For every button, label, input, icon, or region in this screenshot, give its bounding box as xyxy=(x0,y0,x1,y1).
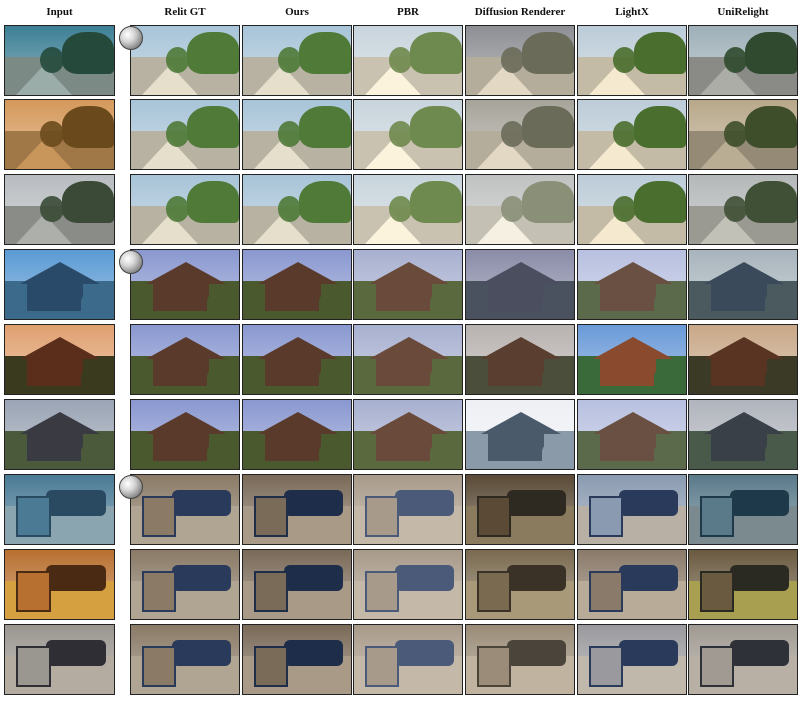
image-pavilion-row4-relit-gt xyxy=(130,249,240,320)
image-room-row7-input xyxy=(4,474,115,545)
image-garden-row2-unirelight xyxy=(688,99,798,170)
image-garden-row3-diffusion-renderer xyxy=(465,174,575,245)
image-pavilion-row4-ours xyxy=(242,249,352,320)
image-room-row8-input xyxy=(4,549,115,620)
image-pavilion-row6-lightx xyxy=(577,399,687,470)
image-pavilion-row5-diffusion-renderer xyxy=(465,324,575,395)
image-pavilion-row6-diffusion-renderer xyxy=(465,399,575,470)
image-garden-row3-input xyxy=(4,174,115,245)
image-garden-row1-ours xyxy=(242,25,352,96)
column-header-relit-gt: Relit GT xyxy=(164,6,206,18)
image-room-row7-lightx xyxy=(577,474,687,545)
column-header-pbr: PBR xyxy=(397,6,419,18)
image-pavilion-row5-relit-gt xyxy=(130,324,240,395)
image-pavilion-row6-pbr xyxy=(353,399,463,470)
image-garden-row1-diffusion-renderer xyxy=(465,25,575,96)
image-room-row7-unirelight xyxy=(688,474,798,545)
image-garden-row1-input xyxy=(4,25,115,96)
image-room-row9-lightx xyxy=(577,624,687,695)
column-header-unirelight: UniRelight xyxy=(717,6,769,18)
image-room-row8-lightx xyxy=(577,549,687,620)
image-pavilion-row5-unirelight xyxy=(688,324,798,395)
image-garden-row3-relit-gt xyxy=(130,174,240,245)
image-room-row9-diffusion-renderer xyxy=(465,624,575,695)
image-room-row7-pbr xyxy=(353,474,463,545)
image-room-row9-ours xyxy=(242,624,352,695)
light-probe-sphere-3 xyxy=(119,475,143,499)
image-pavilion-row5-lightx xyxy=(577,324,687,395)
image-garden-row2-diffusion-renderer xyxy=(465,99,575,170)
image-pavilion-row6-relit-gt xyxy=(130,399,240,470)
image-room-row8-unirelight xyxy=(688,549,798,620)
image-pavilion-row4-diffusion-renderer xyxy=(465,249,575,320)
image-garden-row3-lightx xyxy=(577,174,687,245)
image-garden-row2-ours xyxy=(242,99,352,170)
column-header-ours: Ours xyxy=(285,6,309,18)
image-room-row9-input xyxy=(4,624,115,695)
image-garden-row1-lightx xyxy=(577,25,687,96)
image-pavilion-row4-lightx xyxy=(577,249,687,320)
image-room-row8-ours xyxy=(242,549,352,620)
image-garden-row3-pbr xyxy=(353,174,463,245)
image-pavilion-row6-input xyxy=(4,399,115,470)
image-room-row7-ours xyxy=(242,474,352,545)
image-room-row8-diffusion-renderer xyxy=(465,549,575,620)
image-room-row8-relit-gt xyxy=(130,549,240,620)
image-garden-row3-unirelight xyxy=(688,174,798,245)
image-garden-row1-relit-gt xyxy=(130,25,240,96)
image-pavilion-row4-input xyxy=(4,249,115,320)
image-garden-row2-relit-gt xyxy=(130,99,240,170)
image-pavilion-row4-unirelight xyxy=(688,249,798,320)
light-probe-sphere-2 xyxy=(119,250,143,274)
image-room-row7-diffusion-renderer xyxy=(465,474,575,545)
column-header-input: Input xyxy=(46,6,73,18)
image-pavilion-row5-ours xyxy=(242,324,352,395)
column-header-lightx: LightX xyxy=(615,6,649,18)
column-header-diffusion-renderer: Diffusion Renderer xyxy=(474,6,566,18)
image-garden-row2-pbr xyxy=(353,99,463,170)
image-pavilion-row5-pbr xyxy=(353,324,463,395)
image-room-row7-relit-gt xyxy=(130,474,240,545)
image-room-row8-pbr xyxy=(353,549,463,620)
image-pavilion-row6-ours xyxy=(242,399,352,470)
light-probe-sphere-1 xyxy=(119,26,143,50)
image-garden-row2-lightx xyxy=(577,99,687,170)
image-garden-row1-pbr xyxy=(353,25,463,96)
image-pavilion-row4-pbr xyxy=(353,249,463,320)
image-room-row9-relit-gt xyxy=(130,624,240,695)
image-pavilion-row6-unirelight xyxy=(688,399,798,470)
image-pavilion-row5-input xyxy=(4,324,115,395)
image-garden-row2-input xyxy=(4,99,115,170)
image-room-row9-unirelight xyxy=(688,624,798,695)
image-room-row9-pbr xyxy=(353,624,463,695)
image-garden-row1-unirelight xyxy=(688,25,798,96)
image-garden-row3-ours xyxy=(242,174,352,245)
